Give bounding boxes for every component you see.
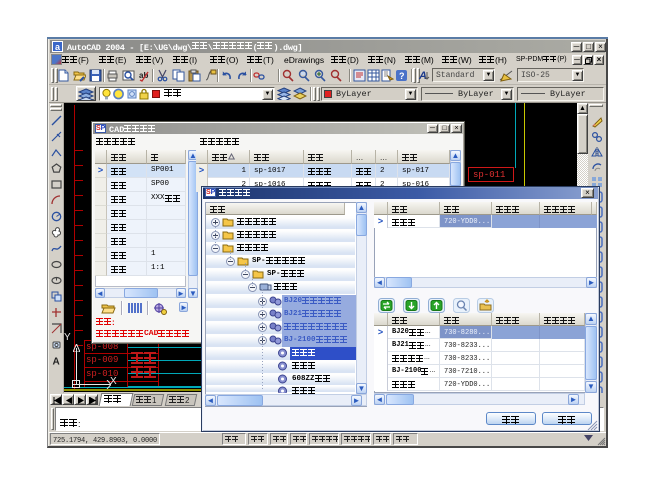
svg-text:?: ? <box>399 71 405 81</box>
svg-text:A: A <box>53 357 60 367</box>
svg-text:A: A <box>418 70 427 82</box>
